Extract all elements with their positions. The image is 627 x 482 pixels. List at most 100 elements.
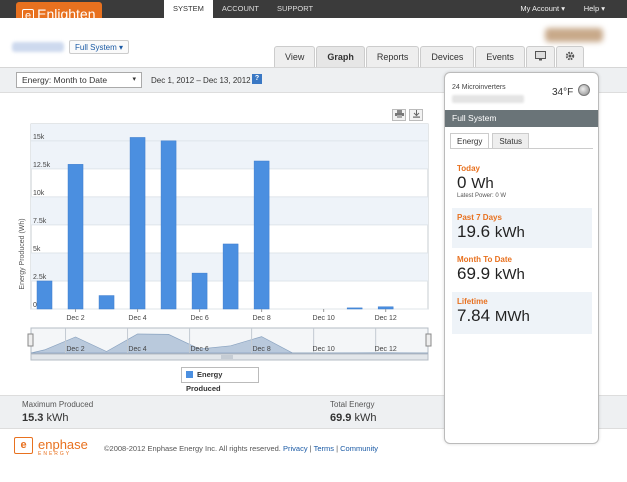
tab-divider <box>450 148 593 149</box>
system-selector[interactable]: Full System ▾ <box>69 40 130 54</box>
x-axis-ticks: Dec 2 Dec 4 Dec 6 Dec 8 Dec 10 Dec 12 <box>66 309 397 322</box>
system-summary-panel: 24 Microinverters 34°F Full System Energ… <box>444 72 599 444</box>
navigator-label: Dec 8 <box>252 346 270 353</box>
panel-tabs: Energy Status <box>450 133 532 149</box>
tab-devices[interactable]: Devices <box>420 46 475 67</box>
week-unit: kWh <box>494 224 525 241</box>
y-tick-label: 10k <box>33 190 45 197</box>
help-icon[interactable]: ? <box>252 74 262 84</box>
today-value: 0 Wh <box>452 173 592 193</box>
x-tick-label: Dec 4 <box>128 315 146 322</box>
chart-legend[interactable]: Energy Produced <box>181 367 259 393</box>
bar <box>160 140 177 310</box>
bar <box>36 280 53 310</box>
week-number: 19.6 <box>457 222 491 241</box>
plot-band <box>31 196 428 225</box>
monitor-icon <box>534 51 546 61</box>
lifetime-label: Lifetime <box>457 297 488 306</box>
navigator-scrollbar-thumb <box>221 355 233 359</box>
copyright: ©2008-2012 Enphase Energy Inc. All right… <box>104 444 379 453</box>
energy-select-value: Energy: Month to Date <box>22 75 108 85</box>
latest-power: Latest Power: 0 W <box>457 193 507 199</box>
user-redacted <box>545 28 603 42</box>
month-value: 69.9 kWh <box>452 264 592 284</box>
max-produced-label: Maximum Produced <box>22 400 94 409</box>
gear-icon <box>565 51 575 61</box>
main-nav: SYSTEM ACCOUNT SUPPORT <box>164 0 322 18</box>
help-menu[interactable]: Help ▾ <box>584 4 605 13</box>
month-block: Month To Date 69.9 kWh <box>452 250 592 290</box>
navigator-handle-right <box>425 333 432 347</box>
chevron-down-icon: ▾ <box>132 76 136 83</box>
y-tick-label: 12.5k <box>33 162 51 169</box>
week-value: 19.6 kWh <box>452 222 592 242</box>
x-tick-label: Dec 12 <box>375 315 397 322</box>
bar <box>98 295 115 310</box>
navigator-label: Dec 10 <box>313 346 335 353</box>
enphase-logo-text: enphase <box>38 437 88 452</box>
lifetime-number: 7.84 <box>457 306 491 325</box>
privacy-link[interactable]: Privacy <box>283 444 308 453</box>
moon-icon <box>578 84 590 96</box>
plot-band <box>31 124 428 141</box>
today-block: Today 0 Wh Latest Power: 0 W <box>452 159 592 203</box>
navigator-label: Dec 6 <box>190 346 208 353</box>
tab-energy[interactable]: Energy <box>450 133 490 149</box>
tab-events[interactable]: Events <box>475 46 525 67</box>
nav-tab-account[interactable]: ACCOUNT <box>213 0 268 18</box>
bar <box>377 306 394 310</box>
navigator-handle-left <box>27 333 34 347</box>
enphase-logo-sub: ENERGY <box>38 451 72 457</box>
community-link[interactable]: Community <box>340 444 378 453</box>
bar <box>67 164 84 310</box>
tab-settings[interactable] <box>555 46 584 67</box>
week-block: Past 7 Days 19.6 kWh <box>452 208 592 248</box>
energy-chart: 0k2.5k5k7.5k10k12.5k15k Dec 2 Dec 4 Dec 6D… <box>19 123 432 361</box>
max-produced-number: 15.3 <box>22 412 44 424</box>
today-number: 0 <box>457 173 467 192</box>
x-tick-label: Dec 8 <box>252 315 270 322</box>
nav-tab-system[interactable]: SYSTEM <box>164 0 213 18</box>
max-produced-value: 15.3 kWh <box>22 412 68 424</box>
range-navigator: Dec 2 Dec 4 Dec 6 Dec 8 Dec 10 Dec 12 <box>27 327 432 361</box>
location-redacted <box>452 95 524 103</box>
total-energy-value: 69.9 kWh <box>330 412 376 424</box>
tab-view[interactable]: View <box>274 46 316 67</box>
navigator-label: Dec 4 <box>128 346 146 353</box>
bar <box>222 243 239 310</box>
enphase-logo-bracket: e <box>14 437 33 454</box>
my-account-menu[interactable]: My Account ▾ <box>520 4 565 13</box>
view-tabs: View Graph Reports Devices Events <box>274 46 585 67</box>
total-energy-label: Total Energy <box>330 400 375 409</box>
tab-status[interactable]: Status <box>492 133 530 149</box>
max-produced-unit: kWh <box>46 412 69 424</box>
month-unit: kWh <box>494 266 525 283</box>
bar <box>253 160 270 310</box>
total-energy-number: 69.9 <box>330 412 352 424</box>
chart-panel: 0k 2.5k 5k 7.5k 10k 12.5k 15k Dec 2 Dec 4 Dec 6D… <box>0 94 440 394</box>
y-tick-label: 2.5k <box>33 274 47 281</box>
x-tick-label: Dec 2 <box>66 315 84 322</box>
y-axis-label: Energy Produced (Wh) <box>19 218 26 289</box>
enphase-logo[interactable]: e enphase ENERGY <box>14 437 88 457</box>
total-energy-unit: kWh <box>354 412 377 424</box>
terms-link[interactable]: Terms <box>314 444 334 453</box>
bar <box>346 307 363 310</box>
month-number: 69.9 <box>457 264 491 283</box>
microinverter-count: 24 Microinverters <box>452 84 506 91</box>
y-tick-label: 5k <box>33 246 41 253</box>
tab-graph[interactable]: Graph <box>316 46 365 67</box>
today-unit: Wh <box>471 175 494 192</box>
x-tick-label: Dec 6 <box>190 315 208 322</box>
energy-period-select[interactable]: Energy: Month to Date ▾ <box>16 72 142 88</box>
temperature: 34°F <box>552 87 574 98</box>
today-label: Today <box>457 164 480 173</box>
tab-monitor[interactable] <box>525 46 555 67</box>
tab-reports[interactable]: Reports <box>365 46 420 67</box>
month-label: Month To Date <box>457 255 512 264</box>
nav-tab-support[interactable]: SUPPORT <box>268 0 322 18</box>
y-tick-label: 7.5k <box>33 218 47 225</box>
navigator-label: Dec 2 <box>66 346 84 353</box>
y-tick-label: 15k <box>33 134 45 141</box>
bar <box>191 272 208 310</box>
